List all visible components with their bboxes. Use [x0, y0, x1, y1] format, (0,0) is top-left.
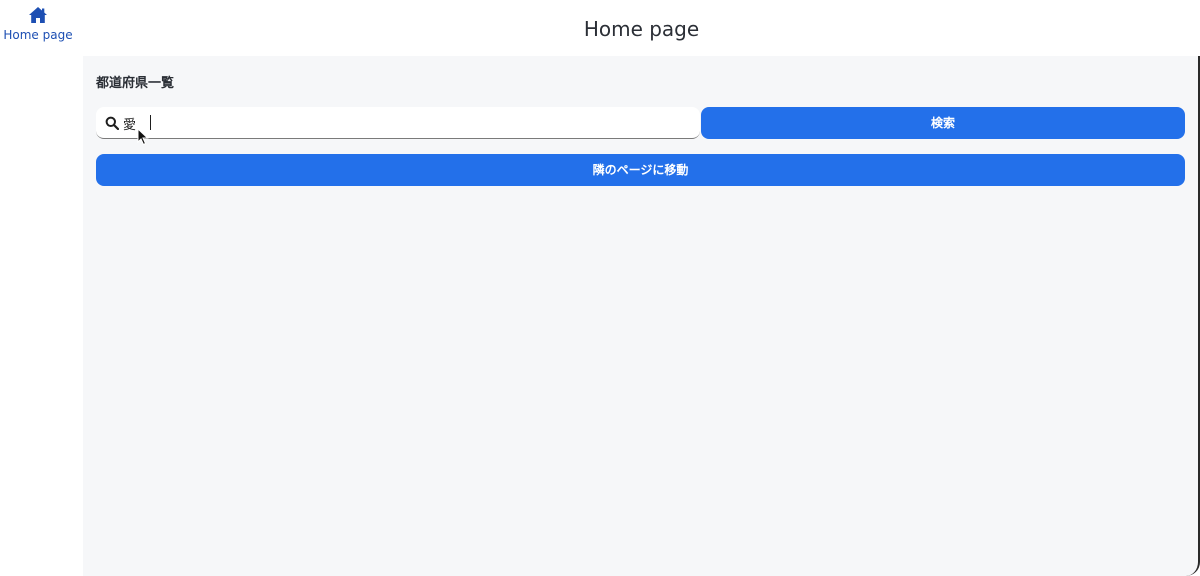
sidebar: Home page	[0, 0, 76, 576]
header: Home page	[83, 0, 1200, 56]
search-icon	[105, 116, 119, 130]
section-title: 都道府県一覧	[96, 76, 175, 91]
page-title: Home page	[583, 17, 700, 41]
search-button[interactable]: 検索	[701, 107, 1185, 139]
search-field[interactable]	[96, 107, 700, 139]
mouse-cursor-icon	[137, 128, 149, 146]
home-icon	[29, 7, 47, 23]
sidebar-item-label: Home page	[3, 28, 73, 42]
next-page-button[interactable]: 隣のページに移動	[96, 154, 1185, 186]
text-caret	[150, 115, 151, 130]
main-content: 都道府県一覧 検索 隣のページに移動	[83, 56, 1200, 576]
search-input[interactable]	[123, 112, 683, 134]
sidebar-item-home[interactable]: Home page	[0, 6, 76, 42]
